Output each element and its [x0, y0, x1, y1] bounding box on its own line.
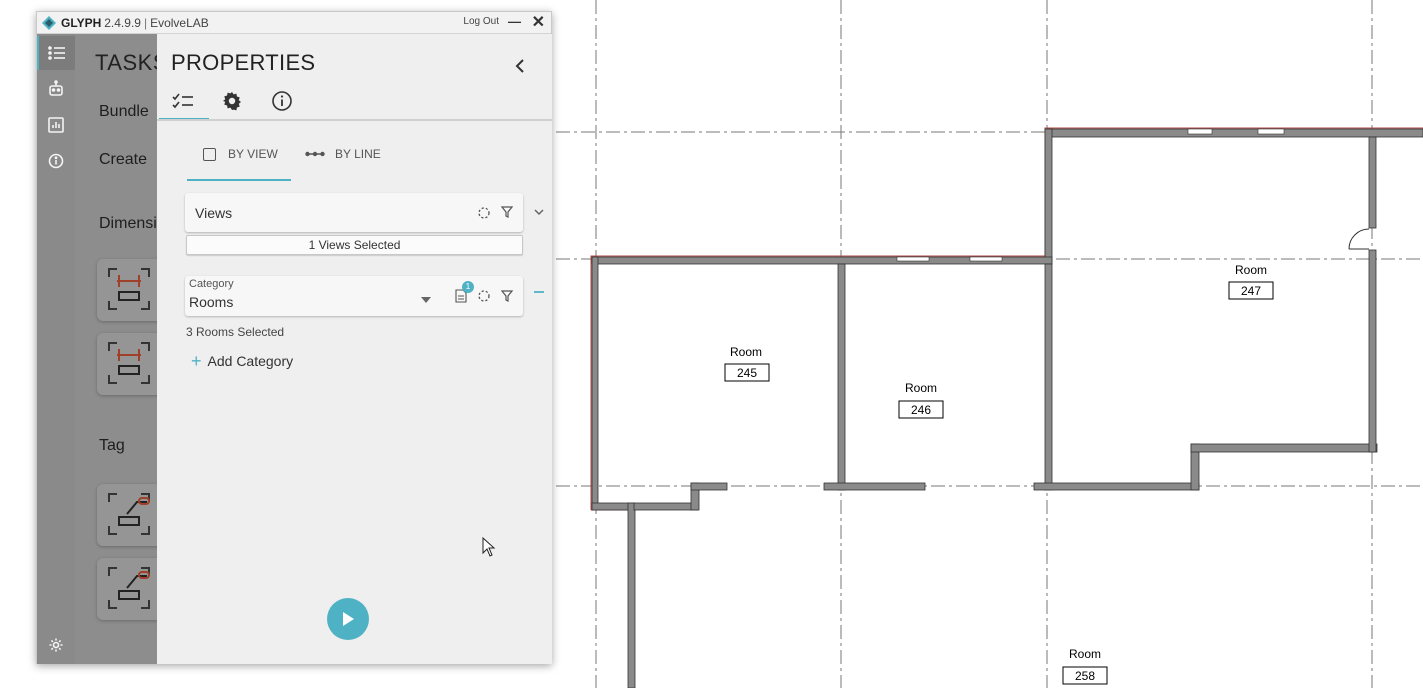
- mode-tab-indicator: [187, 179, 291, 181]
- properties-title: PROPERTIES: [171, 50, 316, 75]
- checklist-icon: [172, 93, 193, 109]
- dimension-icon: [108, 342, 150, 384]
- filter-icon[interactable]: [501, 290, 513, 302]
- filter-icon[interactable]: [501, 206, 513, 218]
- category-card[interactable]: Category Rooms 1: [185, 276, 523, 316]
- tab-checklist[interactable]: [159, 84, 209, 120]
- mode-tab-by-view[interactable]: BY VIEW: [203, 138, 278, 170]
- mouse-cursor-icon: [482, 537, 496, 557]
- views-card[interactable]: Views: [185, 193, 523, 232]
- glyph-logo-icon: [42, 15, 56, 30]
- room-tag-258[interactable]: Room 258: [1062, 647, 1108, 685]
- minimize-button[interactable]: —: [508, 14, 521, 29]
- plus-icon: +: [191, 351, 202, 371]
- views-label: Views: [195, 205, 233, 221]
- robot-icon: [49, 80, 63, 96]
- room-tag-label: Room: [730, 345, 762, 359]
- tag-icon: [108, 493, 150, 535]
- views-selected-bar[interactable]: 1 Views Selected: [186, 235, 523, 255]
- task-section-dimension: Dimensi: [99, 215, 157, 232]
- door: [1348, 228, 1370, 250]
- info-icon: [272, 91, 292, 111]
- settings-button[interactable]: [37, 628, 75, 662]
- app-name: GLYPH: [61, 15, 102, 30]
- play-icon: [343, 612, 354, 626]
- category-caption: Category: [189, 278, 234, 290]
- gear-icon: [49, 638, 63, 652]
- room-tag-label: Room: [1235, 263, 1267, 277]
- run-button[interactable]: [327, 598, 369, 640]
- room-tag-number: 246: [911, 403, 931, 417]
- walls[interactable]: [591, 128, 1423, 688]
- add-category-button[interactable]: + Add Category: [191, 351, 294, 371]
- dropdown-arrow-icon[interactable]: [421, 297, 431, 303]
- chevron-down-icon[interactable]: [533, 207, 545, 217]
- room-tag-number: 245: [737, 366, 757, 380]
- select-dashed-icon[interactable]: [477, 206, 491, 220]
- tab-settings[interactable]: [214, 84, 250, 118]
- mode-tab-by-line[interactable]: BY LINE: [305, 138, 381, 170]
- chevron-left-icon[interactable]: [510, 56, 530, 76]
- header-divider: [157, 119, 552, 121]
- room-tag-number: 258: [1075, 669, 1095, 683]
- logout-link[interactable]: Log Out: [463, 16, 499, 27]
- list-icon: [48, 46, 65, 60]
- room-tag-label: Room: [1069, 647, 1101, 661]
- reports-button[interactable]: [37, 108, 75, 142]
- mode-tab-label: BY VIEW: [228, 147, 278, 161]
- title-separator: |: [143, 15, 148, 30]
- selected-outer-wall[interactable]: [590, 127, 1423, 688]
- room-tag-number: 247: [1241, 284, 1261, 298]
- tasks-list-button[interactable]: [37, 36, 75, 70]
- icon-rail: [37, 34, 75, 664]
- task-bundle[interactable]: Bundle: [99, 103, 149, 121]
- tab-info[interactable]: [264, 84, 300, 118]
- room-tag-label: Room: [905, 381, 937, 395]
- category-value: Rooms: [189, 294, 234, 310]
- select-dashed-icon[interactable]: [477, 289, 491, 303]
- title-bar[interactable]: GLYPH 2.4.9.9 | EvolveLAB Log Out — ✕: [37, 12, 551, 34]
- company-name: EvolveLAB: [150, 15, 209, 30]
- line-nodes-icon: [305, 151, 325, 157]
- add-category-label: Add Category: [207, 353, 294, 369]
- room-tag-245[interactable]: Room 245: [724, 345, 770, 382]
- room-tag-246[interactable]: Room 246: [898, 381, 944, 419]
- task-section-tag: Tag: [99, 437, 125, 454]
- grid-lines: [556, 0, 1423, 688]
- windows: [896, 128, 1285, 262]
- properties-panel: PROPERTIES BY VIEW BY LINE Views 1 Views…: [157, 34, 552, 664]
- category-selected-status: 3 Rooms Selected: [186, 325, 285, 339]
- remove-category-icon[interactable]: [533, 290, 545, 294]
- close-button[interactable]: ✕: [532, 12, 545, 32]
- chart-icon: [48, 117, 64, 133]
- about-button[interactable]: [37, 144, 75, 178]
- category-count-badge: 1: [462, 281, 474, 293]
- mode-tab-label: BY LINE: [335, 147, 381, 161]
- checkbox-icon: [203, 147, 216, 161]
- glyph-plugin-window: GLYPH 2.4.9.9 | EvolveLAB Log Out — ✕ TA…: [36, 11, 552, 664]
- info-icon: [48, 153, 64, 169]
- app-version: 2.4.9.9: [104, 15, 141, 30]
- room-tag-247[interactable]: Room 247: [1228, 263, 1274, 300]
- automation-button[interactable]: [37, 72, 75, 106]
- dimension-icon: [108, 268, 150, 310]
- task-create[interactable]: Create: [99, 151, 147, 169]
- gear-icon: [223, 92, 241, 111]
- tag-icon: [108, 567, 150, 609]
